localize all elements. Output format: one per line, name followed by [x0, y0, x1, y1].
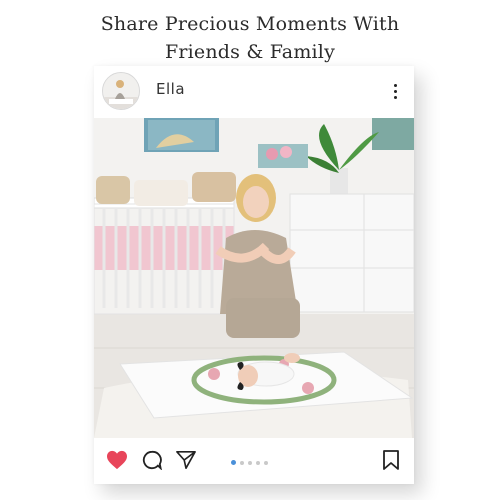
post-photo[interactable]	[94, 118, 414, 438]
avatar[interactable]	[102, 72, 140, 110]
like-button[interactable]	[106, 450, 128, 474]
carousel-dot[interactable]	[264, 460, 268, 465]
more-options-button[interactable]	[386, 80, 404, 102]
more-dot	[393, 95, 397, 99]
more-vertical-icon	[393, 83, 397, 87]
headline-line-1: Share Precious Moments With	[100, 13, 400, 35]
carousel-indicator	[231, 460, 268, 465]
avatar-image	[103, 73, 139, 109]
carousel-dot[interactable]	[256, 460, 260, 465]
username[interactable]: Ella	[156, 80, 185, 98]
post-actions	[94, 442, 414, 478]
save-button[interactable]	[382, 450, 400, 474]
more-dot	[393, 89, 397, 93]
carousel-dot[interactable]	[231, 460, 236, 465]
carousel-dot[interactable]	[248, 460, 252, 465]
comment-button[interactable]	[142, 450, 163, 474]
headline-line-2: Friends & Family	[164, 41, 336, 63]
post-card: Ella	[94, 66, 414, 484]
bookmark-icon	[383, 450, 399, 470]
share-button[interactable]	[176, 450, 196, 474]
headline: Share Precious Moments With Friends & Fa…	[0, 10, 500, 66]
post-header: Ella	[94, 66, 414, 118]
send-icon	[176, 451, 196, 469]
post-photo-image	[94, 118, 414, 438]
comment-icon	[142, 450, 163, 471]
carousel-dot[interactable]	[240, 460, 244, 465]
heart-icon	[107, 450, 127, 470]
